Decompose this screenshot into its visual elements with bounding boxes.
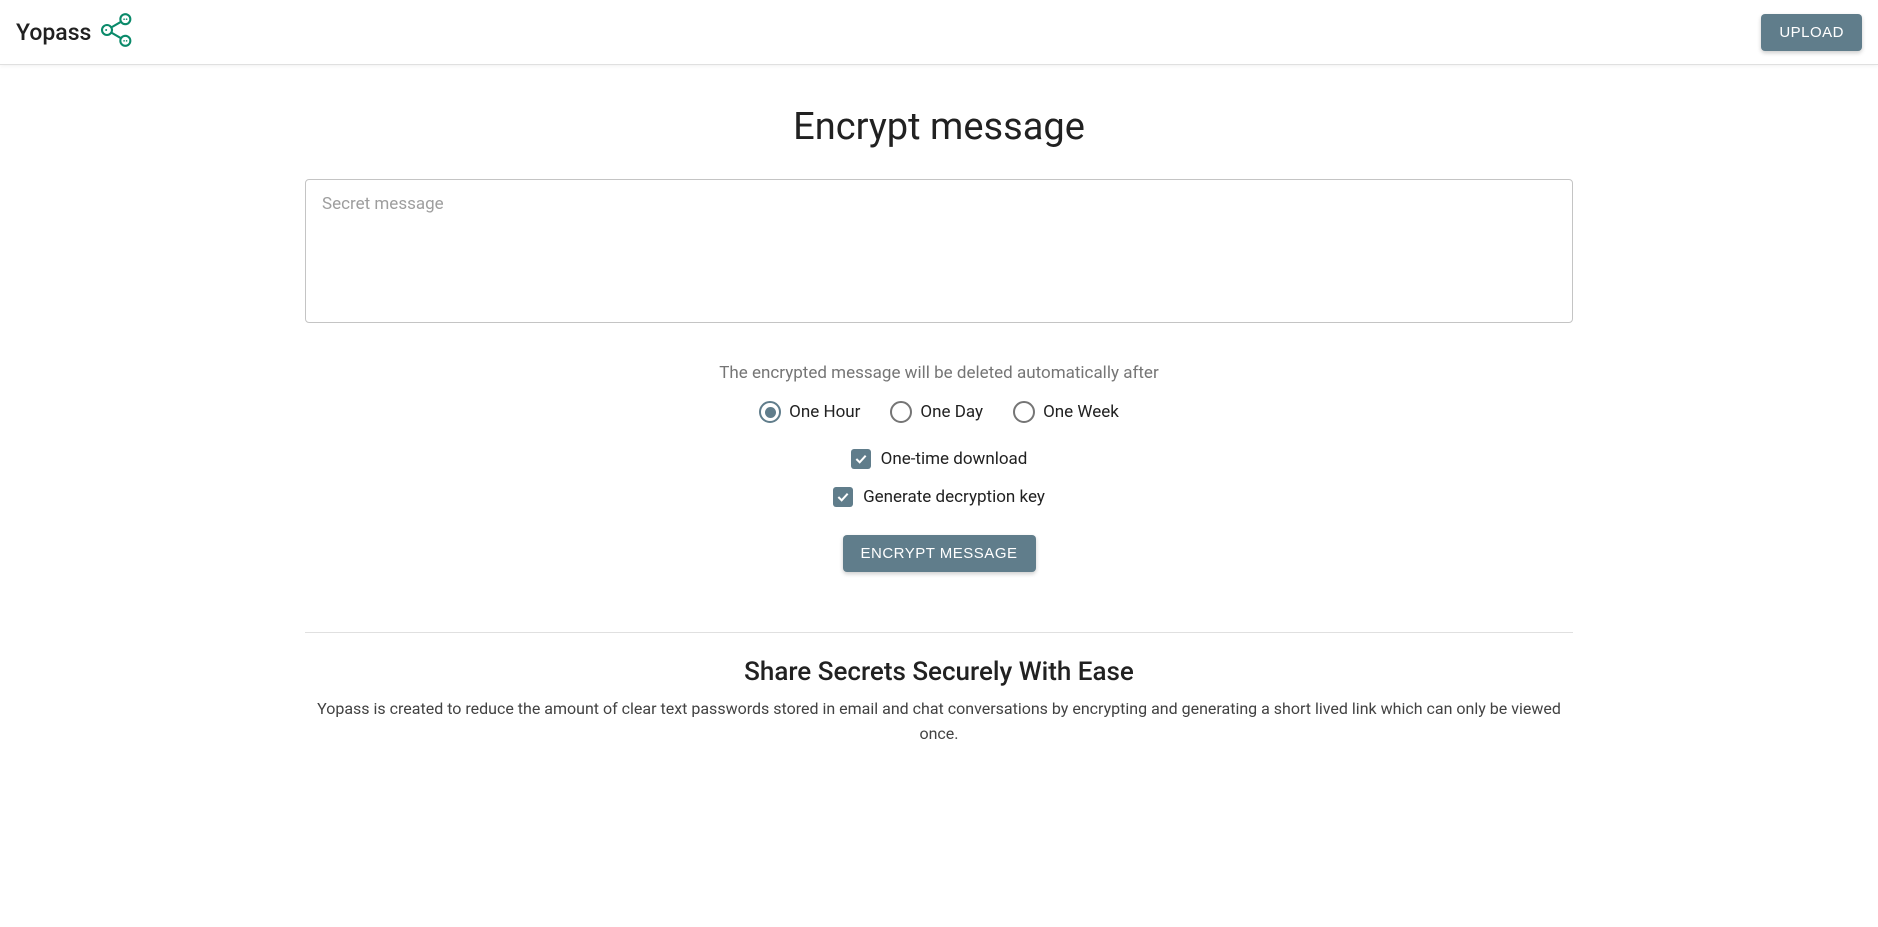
expiry-option-one-hour[interactable]: One Hour xyxy=(759,401,860,423)
share-icon xyxy=(97,10,137,54)
generate-key-label: Generate decryption key xyxy=(863,487,1045,507)
check-icon xyxy=(853,451,869,467)
one-time-checkbox[interactable] xyxy=(851,449,871,469)
expiry-option-one-day[interactable]: One Day xyxy=(890,401,983,423)
secret-input[interactable] xyxy=(322,194,1556,304)
radio-label: One Hour xyxy=(789,402,860,422)
check-icon xyxy=(835,489,851,505)
expiry-radio-group: One Hour One Day One Week xyxy=(305,401,1573,423)
generate-key-checkbox[interactable] xyxy=(833,487,853,507)
header: Yopass UPLOAD xyxy=(0,0,1878,65)
brand-name: Yopass xyxy=(16,19,91,46)
divider xyxy=(305,632,1573,633)
expiry-option-one-week[interactable]: One Week xyxy=(1013,401,1119,423)
radio-icon xyxy=(1013,401,1035,423)
submit-row: ENCRYPT MESSAGE xyxy=(305,535,1573,572)
page-title: Encrypt message xyxy=(305,105,1573,149)
upload-button[interactable]: UPLOAD xyxy=(1761,14,1862,51)
radio-label: One Day xyxy=(920,402,983,422)
secret-field-wrapper xyxy=(305,179,1573,323)
radio-label: One Week xyxy=(1043,402,1119,422)
generate-key-checkbox-row: Generate decryption key xyxy=(305,487,1573,507)
one-time-checkbox-row: One-time download xyxy=(305,449,1573,469)
footer-title: Share Secrets Securely With Ease xyxy=(305,657,1573,687)
main-container: Encrypt message The encrypted message wi… xyxy=(289,105,1589,747)
radio-icon xyxy=(890,401,912,423)
radio-icon xyxy=(759,401,781,423)
expiry-helper-text: The encrypted message will be deleted au… xyxy=(305,363,1573,383)
encrypt-button[interactable]: ENCRYPT MESSAGE xyxy=(843,535,1036,572)
one-time-label: One-time download xyxy=(881,449,1028,469)
footer-description: Yopass is created to reduce the amount o… xyxy=(309,697,1569,747)
brand[interactable]: Yopass xyxy=(16,10,137,54)
